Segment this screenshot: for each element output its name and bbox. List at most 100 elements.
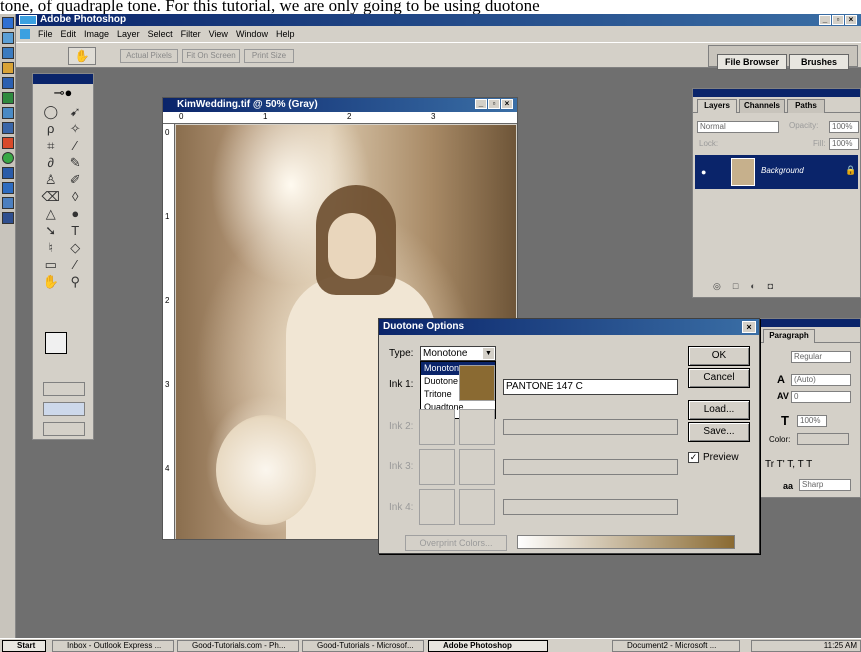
pen-tool-icon[interactable]: ♮	[39, 240, 63, 256]
tab-paragraph[interactable]: Paragraph	[763, 329, 815, 343]
print-size-button[interactable]: Print Size	[244, 49, 294, 63]
tab-channels[interactable]: Channels	[739, 99, 785, 113]
hand-tool-icon[interactable]: ✋	[39, 274, 63, 290]
jump-to-imageready-icon[interactable]	[43, 422, 85, 436]
ink1-name-field[interactable]: PANTONE 147 C	[503, 379, 678, 395]
blur-tool-icon[interactable]: △	[39, 206, 63, 222]
ink1-color-swatch[interactable]	[459, 365, 495, 401]
type-tool-icon[interactable]: T	[64, 223, 88, 239]
excel-icon[interactable]	[2, 92, 14, 104]
save-button[interactable]: Save...	[688, 422, 750, 442]
maximize-button[interactable]: ▫	[832, 15, 844, 25]
layer-row-background[interactable]: ● Background 🔒	[695, 155, 858, 189]
media-icon[interactable]	[2, 122, 14, 134]
chevron-down-icon[interactable]: ▼	[482, 347, 495, 360]
fill-field[interactable]: 100%	[829, 138, 859, 150]
fill-tool-icon[interactable]: ◊	[64, 189, 88, 205]
taskbar-item-good-tutorials-ms[interactable]: Good-Tutorials - Microsof...	[302, 640, 424, 652]
crop-tool-icon[interactable]: ⌗	[39, 138, 63, 154]
minimize-button[interactable]: _	[819, 15, 831, 25]
path-select-tool-icon[interactable]: ➘	[39, 223, 63, 239]
opacity-field[interactable]: 100%	[829, 121, 859, 133]
menu-layer[interactable]: Layer	[117, 29, 140, 39]
menu-window[interactable]: Window	[236, 29, 268, 39]
hand-tool-preset-icon[interactable]: ✋	[68, 47, 96, 65]
blend-mode-select[interactable]: Normal	[697, 121, 779, 133]
preview-label: Preview	[703, 452, 739, 463]
actual-pixels-button[interactable]: Actual Pixels	[120, 49, 178, 63]
menu-view[interactable]: View	[209, 29, 228, 39]
quick-mask-icon[interactable]	[43, 382, 85, 396]
desktop-icon[interactable]	[2, 32, 14, 44]
clone-stamp-tool-icon[interactable]: ♙	[39, 172, 63, 188]
fit-on-screen-button[interactable]: Fit On Screen	[182, 49, 240, 63]
doc-close-button[interactable]: ×	[501, 99, 513, 109]
ok-button[interactable]: OK	[688, 346, 750, 366]
computer-icon[interactable]	[2, 197, 14, 209]
dodge-tool-icon[interactable]: ●	[64, 206, 88, 222]
zoom-tool-icon[interactable]: ⚲	[64, 274, 88, 290]
adobe-eye-icon[interactable]: ⊸●	[33, 84, 93, 102]
messenger-icon[interactable]	[2, 182, 14, 194]
history-brush-tool-icon[interactable]: ✐	[64, 172, 88, 188]
eraser-tool-icon[interactable]: ⌫	[39, 189, 63, 205]
shape-tool-icon[interactable]: ◇	[64, 240, 88, 256]
taskbar-item-good-tutorials-ph[interactable]: Good-Tutorials.com - Ph...	[177, 640, 299, 652]
tracking-field[interactable]: 0	[791, 391, 851, 403]
healing-brush-tool-icon[interactable]: ∂	[39, 155, 63, 171]
layers-footer-buttons[interactable]: ◎□◐◘	[695, 281, 858, 295]
tab-brushes[interactable]: Brushes	[789, 54, 849, 70]
ink2-curve-swatch	[419, 409, 455, 445]
lasso-tool-icon[interactable]: ρ	[39, 121, 63, 137]
word-icon[interactable]	[2, 77, 14, 89]
move-tool-icon[interactable]: ➹	[64, 104, 88, 120]
antialias-select[interactable]: Sharp	[799, 479, 851, 491]
explorer-icon[interactable]	[2, 47, 14, 59]
overprint-colors-button[interactable]: Overprint Colors...	[405, 535, 507, 551]
foreground-color-swatch[interactable]	[45, 332, 67, 354]
cancel-button[interactable]: Cancel	[688, 368, 750, 388]
ps-menu-icon[interactable]	[20, 29, 30, 39]
screen-mode-icon[interactable]	[43, 402, 85, 416]
clock[interactable]: 11:25 AM	[824, 641, 857, 650]
browser-icon[interactable]	[2, 17, 14, 29]
magic-wand-tool-icon[interactable]: ✧	[64, 121, 88, 137]
acrobat-icon[interactable]	[2, 137, 14, 149]
tab-file-browser[interactable]: File Browser	[717, 54, 787, 70]
font-style-select[interactable]: Regular	[791, 351, 851, 363]
menu-image[interactable]: Image	[84, 29, 109, 39]
taskbar-item-document2[interactable]: Document2 - Microsoft ...	[612, 640, 740, 652]
menu-filter[interactable]: Filter	[181, 29, 201, 39]
notes-tool-icon[interactable]: ▭	[39, 257, 63, 273]
marquee-tool-icon[interactable]: ◯	[39, 104, 63, 120]
folder-icon[interactable]	[2, 62, 14, 74]
slice-tool-icon[interactable]: ⁄	[64, 138, 88, 154]
menu-file[interactable]: File	[38, 29, 53, 39]
taskbar-item-outlook[interactable]: Inbox - Outlook Express ...	[52, 640, 174, 652]
start-button[interactable]: Start	[2, 640, 46, 652]
eyedropper-tool-icon[interactable]: ⁄	[64, 257, 88, 273]
taskbar-item-photoshop[interactable]: Adobe Photoshop	[428, 640, 548, 652]
load-button[interactable]: Load...	[688, 400, 750, 420]
menu-edit[interactable]: Edit	[61, 29, 77, 39]
doc-minimize-button[interactable]: _	[475, 99, 487, 109]
tab-layers[interactable]: Layers	[697, 99, 737, 113]
close-button[interactable]: ×	[845, 15, 857, 25]
eye-icon[interactable]: ●	[701, 167, 706, 177]
scale-field[interactable]: 100%	[797, 415, 827, 427]
type-style-buttons[interactable]: Tr T' T, T T	[765, 459, 812, 470]
brush-tool-icon[interactable]: ✎	[64, 155, 88, 171]
network-places-icon[interactable]	[2, 212, 14, 224]
type-select[interactable]: Monotone ▼	[420, 346, 496, 361]
preview-checkbox[interactable]: ✓	[688, 452, 699, 463]
ie-icon[interactable]	[2, 167, 14, 179]
dialog-close-button[interactable]: ×	[742, 321, 756, 333]
leading-field[interactable]: (Auto)	[791, 374, 851, 386]
menu-select[interactable]: Select	[148, 29, 173, 39]
menu-help[interactable]: Help	[276, 29, 295, 39]
network-icon[interactable]	[2, 107, 14, 119]
doc-maximize-button[interactable]: ▫	[488, 99, 500, 109]
tab-paths[interactable]: Paths	[787, 99, 825, 113]
app-icon[interactable]	[2, 152, 14, 164]
text-color-swatch[interactable]	[797, 433, 849, 445]
